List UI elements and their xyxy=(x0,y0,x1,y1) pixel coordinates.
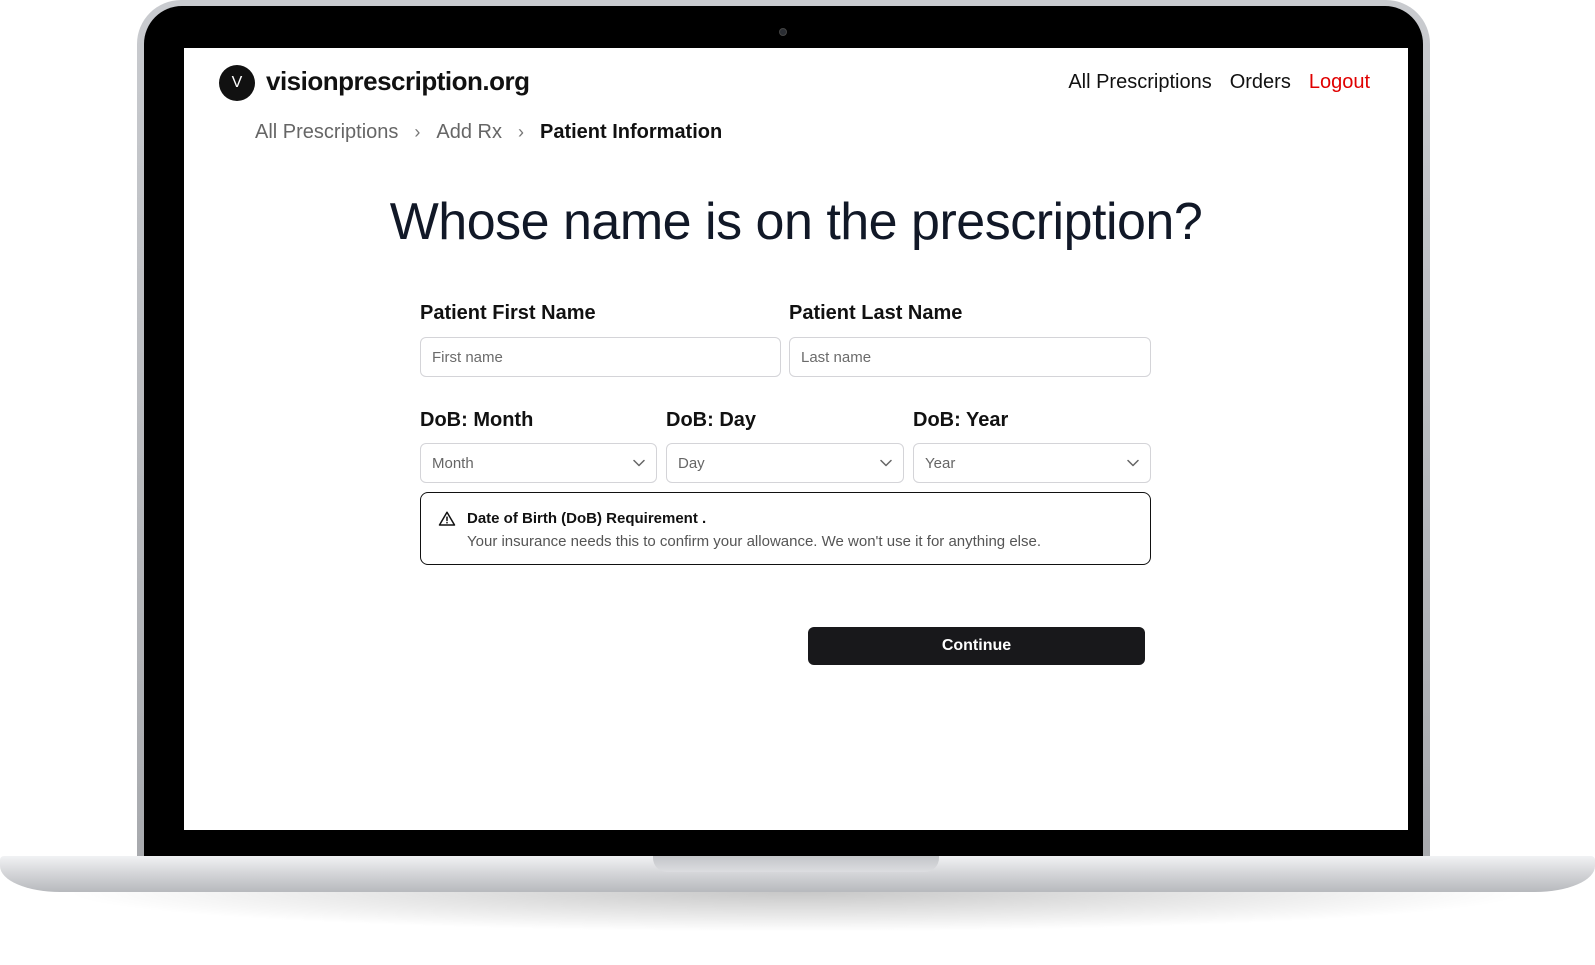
nav-orders[interactable]: Orders xyxy=(1230,71,1291,94)
laptop-base-notch xyxy=(653,856,939,872)
breadcrumb-current: Patient Information xyxy=(539,121,723,143)
dob-month-value: Month xyxy=(432,454,474,472)
chevron-down-icon xyxy=(880,459,892,467)
top-nav: All Prescriptions Orders Logout xyxy=(1068,71,1370,94)
site-name[interactable]: visionprescription.org xyxy=(266,66,530,97)
dob-year-select[interactable]: Year xyxy=(913,443,1151,483)
warning-triangle-icon xyxy=(438,510,456,528)
dob-day-value: Day xyxy=(678,454,705,472)
app-screen: V visionprescription.org All Prescriptio… xyxy=(184,48,1408,830)
dob-year-value: Year xyxy=(925,454,956,472)
chevron-down-icon xyxy=(633,459,645,467)
dob-year-label: DoB: Year xyxy=(913,409,1009,431)
dob-month-select[interactable]: Month xyxy=(420,443,657,483)
alert-title: Date of Birth (DoB) Requirement . xyxy=(467,510,707,527)
last-name-label: Patient Last Name xyxy=(789,302,963,324)
laptop-shadow xyxy=(60,892,1535,932)
breadcrumb-add-rx[interactable]: Add Rx xyxy=(436,121,502,144)
breadcrumb-separator: › xyxy=(414,122,421,142)
first-name-label: Patient First Name xyxy=(420,302,596,324)
logo-badge[interactable]: V xyxy=(219,65,255,101)
breadcrumb-all-prescriptions[interactable]: All Prescriptions xyxy=(255,121,398,144)
breadcrumb-separator: › xyxy=(517,122,524,142)
first-name-input[interactable] xyxy=(420,337,781,377)
webcam xyxy=(779,28,787,36)
last-name-input[interactable] xyxy=(789,337,1151,377)
page-title: Whose name is on the prescription? xyxy=(389,193,1203,251)
dob-requirement-alert: Date of Birth (DoB) Requirement . Your i… xyxy=(420,492,1151,565)
breadcrumb: All Prescriptions › Add Rx › Patient Inf… xyxy=(255,121,722,144)
dob-day-select[interactable]: Day xyxy=(666,443,904,483)
chevron-down-icon xyxy=(1127,459,1139,467)
alert-description: Your insurance needs this to confirm you… xyxy=(467,533,1042,550)
dob-month-label: DoB: Month xyxy=(420,409,534,431)
dob-day-label: DoB: Day xyxy=(666,409,757,431)
logo-letter: V xyxy=(231,74,243,91)
nav-all-prescriptions[interactable]: All Prescriptions xyxy=(1068,71,1211,94)
continue-button[interactable]: Continue xyxy=(808,627,1145,665)
nav-logout[interactable]: Logout xyxy=(1309,71,1370,94)
